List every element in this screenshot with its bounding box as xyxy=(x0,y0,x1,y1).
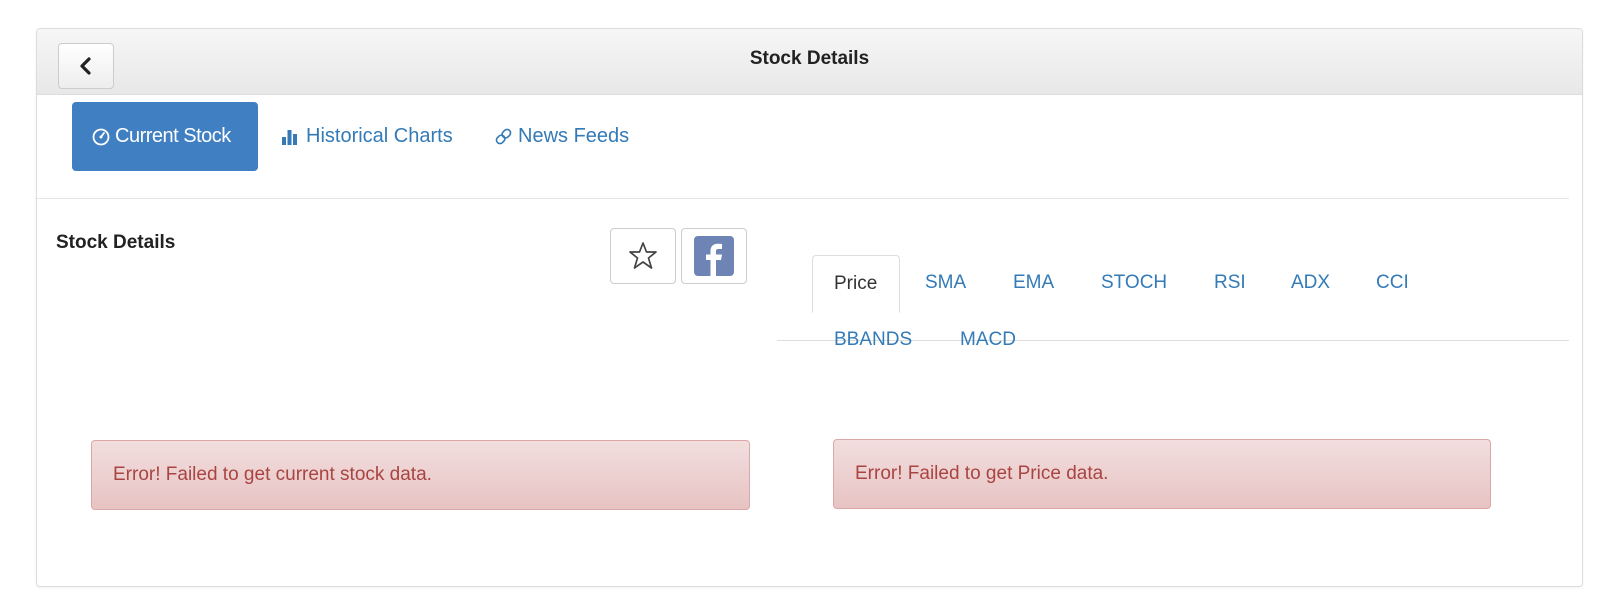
tab-cci-label: CCI xyxy=(1376,272,1409,293)
tab-macd[interactable]: MACD xyxy=(960,312,1016,368)
tab-cci[interactable]: CCI xyxy=(1376,255,1409,311)
price-error-text: Error! Failed to get Price data. xyxy=(855,463,1109,484)
dashboard-icon xyxy=(92,128,110,146)
bar-chart-icon xyxy=(282,128,301,145)
page-title: Stock Details xyxy=(749,48,870,69)
stock-error-alert: Error! Failed to get current stock data. xyxy=(91,440,750,510)
nav-news-feeds-label: News Feeds xyxy=(518,125,630,147)
nav-historical-charts-label: Historical Charts xyxy=(306,125,453,147)
nav-current-stock[interactable]: Current Stock xyxy=(72,102,258,171)
tab-rsi-label: RSI xyxy=(1214,272,1246,293)
link-icon xyxy=(494,127,513,146)
nav-current-stock-label: Current Stock xyxy=(115,125,231,147)
tab-price[interactable]: Price xyxy=(812,255,900,313)
tab-price-label: Price xyxy=(834,273,878,294)
divider xyxy=(35,198,1569,199)
tab-adx-label: ADX xyxy=(1291,272,1331,293)
tab-rsi[interactable]: RSI xyxy=(1214,255,1246,311)
stock-error-text: Error! Failed to get current stock data. xyxy=(113,464,432,485)
tab-bbands-label: BBANDS xyxy=(834,329,913,350)
tab-adx[interactable]: ADX xyxy=(1291,255,1330,311)
tab-stoch-label: STOCH xyxy=(1101,272,1168,293)
star-icon xyxy=(629,242,657,269)
tab-ema[interactable]: EMA xyxy=(1013,255,1054,311)
tab-ema-label: EMA xyxy=(1013,272,1055,293)
tab-macd-label: MACD xyxy=(960,329,1016,350)
favorite-button[interactable] xyxy=(610,228,676,284)
tab-stoch[interactable]: STOCH xyxy=(1101,255,1167,311)
facebook-icon xyxy=(694,236,734,276)
price-error-alert: Error! Failed to get Price data. xyxy=(833,439,1491,509)
nav-news-feeds[interactable]: News Feeds xyxy=(494,102,629,171)
panel-header: Stock Details xyxy=(37,29,1582,95)
section-title: Stock Details xyxy=(56,232,176,253)
tab-sma[interactable]: SMA xyxy=(925,255,966,311)
nav-historical-charts[interactable]: Historical Charts xyxy=(282,102,453,171)
facebook-share-button[interactable] xyxy=(681,228,747,284)
tab-bbands[interactable]: BBANDS xyxy=(834,312,912,368)
tab-sma-label: SMA xyxy=(925,272,967,293)
